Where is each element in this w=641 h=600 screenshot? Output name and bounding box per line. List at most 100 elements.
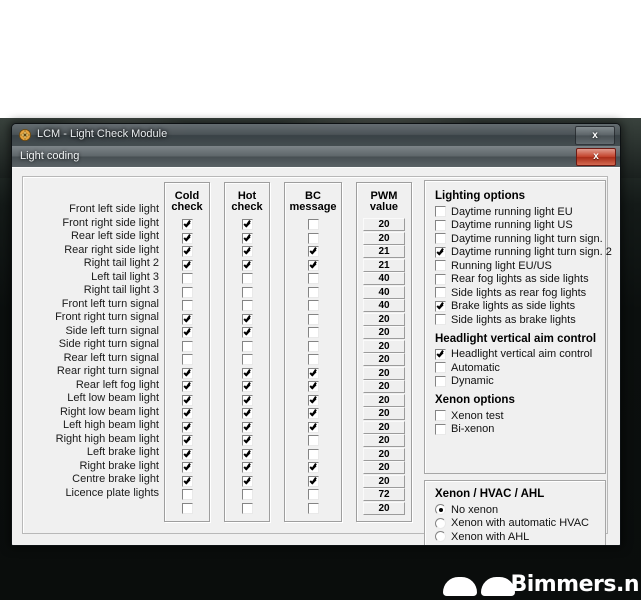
pwm-value-input[interactable]: 40 (363, 272, 405, 286)
cold-check-checkbox[interactable] (181, 219, 193, 231)
xenon-hvac-radio[interactable] (435, 531, 446, 543)
pwm-value-input[interactable]: 20 (363, 420, 405, 434)
cold-check-checkbox[interactable] (181, 502, 193, 514)
pwm-value-input[interactable]: 20 (363, 366, 405, 380)
cold-check-checkbox[interactable] (181, 489, 193, 501)
lighting-option-row[interactable]: Rear fog lights as side lights (435, 273, 605, 287)
xenon-option-checkbox[interactable] (435, 410, 446, 422)
cold-check-checkbox[interactable] (181, 313, 193, 325)
bc-message-checkbox[interactable] (307, 313, 319, 325)
bc-message-checkbox[interactable] (307, 435, 319, 447)
pwm-value-input[interactable]: 20 (363, 434, 405, 448)
hot-check-checkbox[interactable] (241, 381, 253, 393)
pwm-value-input[interactable]: 20 (363, 312, 405, 326)
bc-message-checkbox[interactable] (307, 246, 319, 258)
lighting-option-row[interactable]: Side lights as rear fog lights (435, 286, 605, 300)
headlight-aim-option-checkbox[interactable] (435, 362, 446, 374)
lighting-option-row[interactable]: Daytime running light turn sign. (435, 232, 605, 246)
hot-check-checkbox[interactable] (241, 273, 253, 285)
cold-check-checkbox[interactable] (181, 300, 193, 312)
lighting-option-row[interactable]: Brake lights as side lights (435, 300, 605, 314)
pwm-value-input[interactable]: 20 (363, 407, 405, 421)
bc-message-checkbox[interactable] (307, 448, 319, 460)
lighting-option-row[interactable]: Daytime running light US (435, 219, 605, 233)
bc-message-checkbox[interactable] (307, 489, 319, 501)
hot-check-checkbox[interactable] (241, 421, 253, 433)
child-close-button[interactable]: x (576, 148, 616, 166)
bc-message-checkbox[interactable] (307, 462, 319, 474)
cold-check-checkbox[interactable] (181, 475, 193, 487)
lighting-option-row[interactable]: Side lights as brake lights (435, 313, 605, 327)
cold-check-checkbox[interactable] (181, 259, 193, 271)
pwm-value-input[interactable]: 20 (363, 231, 405, 245)
bc-message-checkbox[interactable] (307, 300, 319, 312)
pwm-value-input[interactable]: 20 (363, 501, 405, 515)
xenon-hvac-radio[interactable] (435, 504, 446, 516)
pwm-value-input[interactable]: 20 (363, 326, 405, 340)
bc-message-checkbox[interactable] (307, 327, 319, 339)
cold-check-checkbox[interactable] (181, 273, 193, 285)
xenon-hvac-radio-row[interactable]: No xenon (435, 503, 605, 517)
cold-check-checkbox[interactable] (181, 408, 193, 420)
xenon-hvac-radio-row[interactable]: Xenon with AHL (435, 530, 605, 544)
cold-check-checkbox[interactable] (181, 354, 193, 366)
hot-check-checkbox[interactable] (241, 246, 253, 258)
lighting-option-checkbox[interactable] (435, 273, 446, 285)
pwm-value-input[interactable]: 20 (363, 380, 405, 394)
bc-message-checkbox[interactable] (307, 273, 319, 285)
lighting-option-checkbox[interactable] (435, 300, 446, 312)
lighting-option-row[interactable]: Running light EU/US (435, 259, 605, 273)
lighting-option-row[interactable]: Daytime running light EU (435, 205, 605, 219)
hot-check-checkbox[interactable] (241, 219, 253, 231)
window-titlebar[interactable]: LCM - Light Check Module x (12, 124, 620, 147)
cold-check-checkbox[interactable] (181, 232, 193, 244)
lighting-option-row[interactable]: Daytime running light turn sign. 2 (435, 246, 612, 260)
pwm-value-input[interactable]: 20 (363, 393, 405, 407)
headlight-aim-option-row[interactable]: Headlight vertical aim control (435, 348, 605, 362)
bc-message-checkbox[interactable] (307, 394, 319, 406)
bc-message-checkbox[interactable] (307, 475, 319, 487)
hot-check-checkbox[interactable] (241, 462, 253, 474)
bc-message-checkbox[interactable] (307, 367, 319, 379)
lighting-option-checkbox[interactable] (435, 233, 446, 245)
hot-check-checkbox[interactable] (241, 313, 253, 325)
bc-message-checkbox[interactable] (307, 408, 319, 420)
pwm-value-input[interactable]: 20 (363, 474, 405, 488)
hot-check-checkbox[interactable] (241, 340, 253, 352)
headlight-aim-option-checkbox[interactable] (435, 348, 446, 360)
bc-message-checkbox[interactable] (307, 381, 319, 393)
lighting-option-checkbox[interactable] (435, 260, 446, 272)
bc-message-checkbox[interactable] (307, 502, 319, 514)
xenon-hvac-radio[interactable] (435, 517, 446, 529)
hot-check-checkbox[interactable] (241, 408, 253, 420)
bc-message-checkbox[interactable] (307, 421, 319, 433)
cold-check-checkbox[interactable] (181, 246, 193, 258)
cold-check-checkbox[interactable] (181, 394, 193, 406)
hot-check-checkbox[interactable] (241, 502, 253, 514)
pwm-value-input[interactable]: 20 (363, 447, 405, 461)
cold-check-checkbox[interactable] (181, 421, 193, 433)
pwm-value-input[interactable]: 72 (363, 488, 405, 502)
child-titlebar[interactable]: Light coding x (12, 146, 620, 168)
headlight-aim-option-row[interactable]: Automatic (435, 361, 605, 375)
hot-check-checkbox[interactable] (241, 448, 253, 460)
xenon-hvac-radio-row[interactable]: Xenon with automatic HVAC (435, 517, 605, 531)
bc-message-checkbox[interactable] (307, 219, 319, 231)
xenon-option-checkbox[interactable] (435, 423, 446, 435)
lighting-option-checkbox[interactable] (435, 206, 446, 218)
lighting-option-checkbox[interactable] (435, 314, 446, 326)
pwm-value-input[interactable]: 40 (363, 299, 405, 313)
cold-check-checkbox[interactable] (181, 367, 193, 379)
hot-check-checkbox[interactable] (241, 394, 253, 406)
cold-check-checkbox[interactable] (181, 327, 193, 339)
xenon-option-row[interactable]: Xenon test (435, 409, 605, 423)
lighting-option-checkbox[interactable] (435, 219, 446, 231)
pwm-value-input[interactable]: 21 (363, 245, 405, 259)
pwm-value-input[interactable]: 20 (363, 461, 405, 475)
bc-message-checkbox[interactable] (307, 232, 319, 244)
bc-message-checkbox[interactable] (307, 340, 319, 352)
hot-check-checkbox[interactable] (241, 232, 253, 244)
cold-check-checkbox[interactable] (181, 286, 193, 298)
hot-check-checkbox[interactable] (241, 286, 253, 298)
lighting-option-checkbox[interactable] (435, 246, 446, 258)
